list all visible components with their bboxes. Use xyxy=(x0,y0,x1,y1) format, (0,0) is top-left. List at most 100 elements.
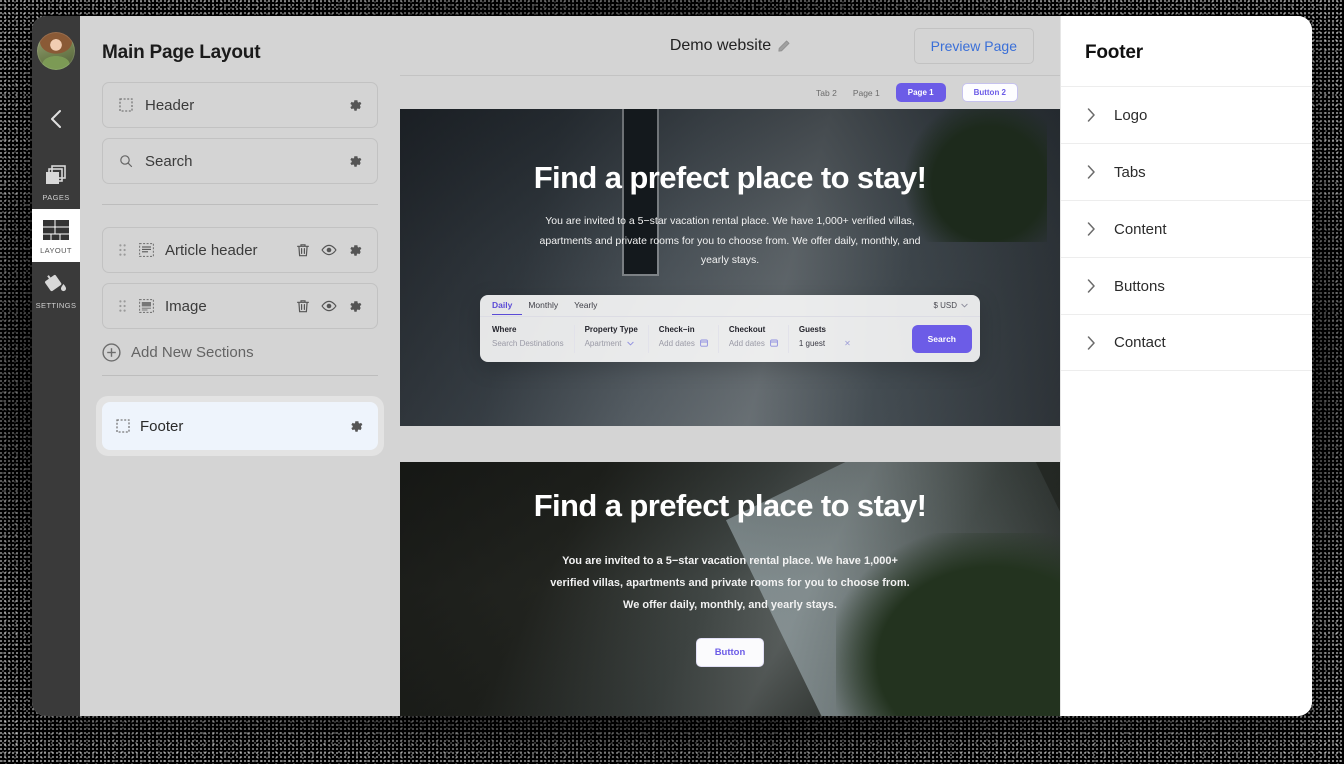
chevron-right-icon xyxy=(1087,279,1096,293)
footer-section-wrapper: Footer xyxy=(96,396,384,456)
calendar-icon xyxy=(699,339,708,347)
app-window: PAGES LAYOUT SETTINGS Main Page Layout H… xyxy=(32,16,1312,716)
eye-icon[interactable] xyxy=(321,244,337,256)
site-nav-link-page1[interactable]: Page 1 xyxy=(853,88,880,98)
widget-tab-daily[interactable]: Daily xyxy=(492,300,523,315)
preview-page-button[interactable]: Preview Page xyxy=(913,28,1034,64)
property-item-tabs[interactable]: Tabs xyxy=(1061,143,1312,200)
section-row-image[interactable]: Image xyxy=(102,283,378,329)
rail-item-pages[interactable]: PAGES xyxy=(32,154,80,209)
avatar[interactable] xyxy=(37,32,75,70)
field-where[interactable]: Where Search Destinations xyxy=(492,324,575,353)
top-section-group: Header Search xyxy=(80,64,400,205)
gear-icon[interactable] xyxy=(348,299,363,314)
section-label: Image xyxy=(165,297,207,315)
calendar-icon xyxy=(770,339,778,347)
rail-label-layout: LAYOUT xyxy=(40,246,72,255)
hero-2-paragraph: You are invited to a 5−star vacation ren… xyxy=(550,555,910,612)
field-property-type[interactable]: Property Type Apartment xyxy=(575,324,649,353)
chevron-right-icon xyxy=(1087,335,1096,350)
property-item-content[interactable]: Content xyxy=(1061,200,1312,257)
drag-handle-icon[interactable] xyxy=(117,244,127,256)
pencil-icon[interactable] xyxy=(778,40,790,52)
currency-selector[interactable]: $ USD xyxy=(933,301,968,310)
property-item-buttons[interactable]: Buttons xyxy=(1061,257,1312,314)
field-label: Where xyxy=(492,324,517,334)
widget-tab-monthly[interactable]: Monthly xyxy=(528,300,574,314)
widget-fields: Where Search Destinations Property Type … xyxy=(480,317,980,362)
rail-item-settings[interactable]: SETTINGS xyxy=(32,262,80,317)
property-item-logo[interactable]: Logo xyxy=(1061,86,1312,143)
page-title: Main Page Layout xyxy=(102,42,261,63)
hero-2-heading: Find a prefect place to stay! xyxy=(533,488,927,523)
field-label: Checkout xyxy=(728,324,766,334)
field-check-in[interactable]: Check−in Add dates xyxy=(649,324,719,353)
add-new-sections-button[interactable]: Add New Sections xyxy=(102,343,378,362)
field-checkout[interactable]: Checkout Add dates xyxy=(719,324,789,353)
section-row-search[interactable]: Search xyxy=(102,138,378,184)
currency-label: $ USD xyxy=(933,300,957,310)
field-value: Apartment xyxy=(585,339,638,348)
field-value: Add dates xyxy=(729,339,778,348)
hero-1-paragraph: You are invited to a 5−star vacation ren… xyxy=(539,215,921,267)
field-guests[interactable]: Guests 1 guest ✕ xyxy=(789,325,861,353)
hero-2-button[interactable]: Button xyxy=(695,638,765,668)
property-item-label: Tabs xyxy=(1114,163,1146,181)
chevron-right-icon xyxy=(1087,165,1096,179)
add-new-sections-label: Add New Sections xyxy=(131,344,254,361)
property-item-label: Contact xyxy=(1114,334,1166,351)
image-icon xyxy=(137,299,155,313)
section-label: Footer xyxy=(140,417,184,435)
dashed-box-icon xyxy=(116,419,130,433)
section-row-footer[interactable]: Footer xyxy=(102,402,378,450)
eye-icon[interactable] xyxy=(321,300,337,312)
site-nav-bar: Tab 2 Page 1 Page 1 Button 2 xyxy=(400,76,1060,109)
field-value: 1 guest ✕ xyxy=(798,338,851,348)
clear-icon[interactable]: ✕ xyxy=(844,339,851,348)
plus-circle-icon xyxy=(102,343,121,362)
field-label: Guests xyxy=(798,324,826,334)
property-item-contact[interactable]: Contact xyxy=(1061,314,1312,371)
preview-toolbar: Demo website Preview Page xyxy=(400,16,1060,76)
trash-icon[interactable] xyxy=(296,243,310,258)
chevron-down-icon xyxy=(961,303,968,308)
layout-icon xyxy=(43,220,69,240)
site-nav-primary-button[interactable]: Page 1 xyxy=(895,83,946,102)
properties-panel: Footer Logo Tabs Content Buttons Contact xyxy=(1060,16,1312,716)
property-item-label: Content xyxy=(1114,220,1167,238)
section-row-article-header[interactable]: Article header xyxy=(102,227,378,273)
dashed-box-icon xyxy=(117,98,135,112)
field-value: Search Destinations xyxy=(492,338,564,348)
rail-label-settings: SETTINGS xyxy=(35,301,77,310)
properties-list: Logo Tabs Content Buttons Contact xyxy=(1061,86,1312,371)
body-section-group: Article header Image Add New Sections xyxy=(80,205,400,376)
layout-panel: Main Page Layout Header Search Article h… xyxy=(80,16,400,716)
properties-panel-title: Footer xyxy=(1085,42,1143,63)
rail-item-layout[interactable]: LAYOUT xyxy=(32,209,80,262)
hero-section-2: Find a prefect place to stay! You are in… xyxy=(400,462,1060,716)
field-label: Property Type xyxy=(584,324,638,334)
widget-search-button[interactable]: Search xyxy=(911,324,972,353)
site-title-group[interactable]: Demo website xyxy=(670,37,790,55)
gear-icon[interactable] xyxy=(348,98,363,113)
back-button[interactable] xyxy=(32,102,80,136)
gear-icon[interactable] xyxy=(348,154,363,169)
gear-icon[interactable] xyxy=(348,243,363,258)
field-label: Check−in xyxy=(658,324,695,334)
widget-tab-yearly[interactable]: Yearly xyxy=(574,300,613,314)
property-item-label: Buttons xyxy=(1114,277,1165,295)
section-row-header[interactable]: Header xyxy=(102,82,378,128)
rail-label-pages: PAGES xyxy=(42,193,70,202)
chevron-down-icon xyxy=(626,341,634,346)
drag-handle-icon[interactable] xyxy=(117,300,127,312)
booking-search-widget: Daily Monthly Yearly $ USD Where Search … xyxy=(480,294,980,362)
panel-divider-2 xyxy=(102,375,378,376)
hero-1-heading: Find a prefect place to stay! xyxy=(533,160,927,195)
section-label: Article header xyxy=(165,241,258,259)
site-nav-link-tab2[interactable]: Tab 2 xyxy=(816,88,837,98)
section-gap xyxy=(400,426,1060,462)
trash-icon[interactable] xyxy=(296,299,310,314)
hero-section-1: Find a prefect place to stay! You are in… xyxy=(400,109,1060,426)
gear-icon[interactable] xyxy=(349,419,364,434)
site-nav-secondary-button[interactable]: Button 2 xyxy=(961,83,1018,102)
